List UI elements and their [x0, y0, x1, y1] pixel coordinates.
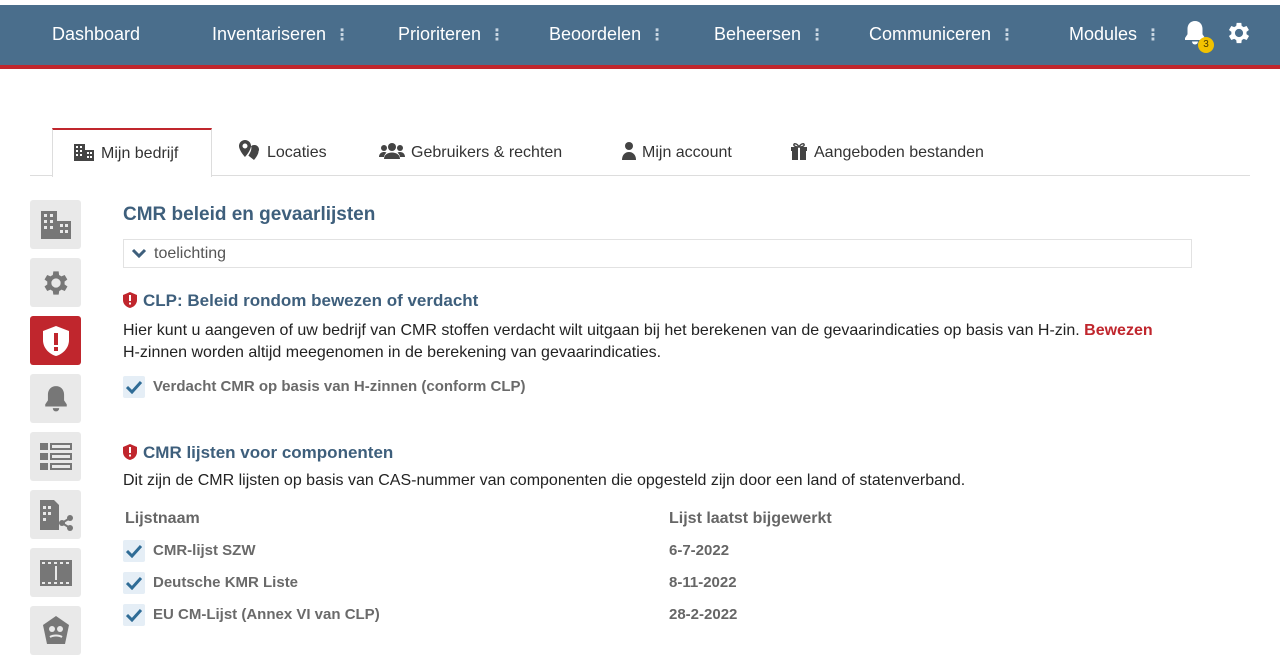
tab-label: Mijn bedrijf [101, 145, 179, 162]
sidebar-settings[interactable] [30, 258, 81, 307]
page-title: CMR beleid en gevaarlijsten [123, 204, 376, 225]
lists-section-title: CMR lijsten voor componenten [123, 443, 393, 463]
checkbox-label: Verdacht CMR op basis van H-zinnen (conf… [153, 378, 526, 395]
clp-highlight: Bewezen [1084, 322, 1153, 339]
nav-beoordelen[interactable]: Beoordelen ⋮ [549, 5, 665, 65]
collapse-label: toelichting [154, 245, 227, 262]
navbar-accent-line [0, 65, 1280, 69]
list-icon [39, 442, 72, 470]
shield-alert-icon [123, 444, 137, 460]
menu-dots-icon[interactable]: ⋮ [999, 7, 1015, 65]
check-icon [126, 576, 142, 590]
tab-mijn-bedrijf[interactable]: Mijn bedrijf [52, 128, 212, 177]
section-title-text: CLP: Beleid rondom bewezen of verdacht [143, 291, 479, 310]
tab-label: Gebruikers & rechten [411, 144, 563, 161]
sidebar-media[interactable] [30, 548, 81, 597]
building-share-icon [39, 499, 73, 531]
clp-text: H-zinnen worden altijd meegenomen in de … [123, 344, 662, 361]
clp-section-title: CLP: Beleid rondom bewezen of verdacht [123, 291, 478, 311]
check-icon [126, 544, 142, 558]
sidebar-company[interactable] [30, 200, 81, 249]
nav-communiceren[interactable]: Communiceren ⋮ [869, 5, 1015, 65]
sidebar-notifications[interactable] [30, 374, 81, 423]
nav-dashboard[interactable]: Dashboard [52, 5, 140, 65]
gear-icon[interactable] [1225, 19, 1255, 49]
check-icon [126, 608, 142, 622]
menu-dots-icon[interactable]: ⋮ [1145, 7, 1161, 65]
nav-label: Modules [1069, 24, 1138, 44]
tab-bar: Mijn bedrijf Locaties Gebruikers & recht… [30, 128, 1250, 177]
sidebar-hazard[interactable] [30, 606, 81, 655]
nav-label: Dashboard [52, 24, 141, 44]
clp-description: Hier kunt u aangeven of uw bedrijf van C… [123, 320, 1203, 364]
building-icon [74, 144, 94, 161]
clp-text: Hier kunt u aangeven of uw bedrijf van C… [123, 322, 1080, 339]
nav-beheersen[interactable]: Beheersen ⋮ [714, 5, 825, 65]
list-date: 28-2-2022 [669, 606, 738, 623]
lists-description: Dit zijn de CMR lijsten op basis van CAS… [123, 472, 966, 489]
notification-badge: 3 [1198, 37, 1214, 53]
main-navbar: Dashboard Inventariseren ⋮ Prioriteren ⋮ B… [0, 5, 1280, 65]
list-checkbox[interactable] [123, 572, 145, 594]
clp-checkbox[interactable] [123, 376, 145, 398]
list-checkbox[interactable] [123, 540, 145, 562]
nav-label: Communiceren [869, 24, 992, 44]
nav-prioriteren[interactable]: Prioriteren ⋮ [398, 5, 505, 65]
list-name: Deutsche KMR Liste [153, 574, 299, 591]
list-name: EU CM-Lijst (Annex VI van CLP) [153, 606, 380, 623]
nav-label: Prioriteren [398, 24, 482, 44]
tab-label: Aangeboden bestanden [814, 144, 984, 161]
section-title-text: CMR lijsten voor componenten [143, 443, 394, 462]
gear-icon [44, 270, 67, 295]
bell-icon [44, 385, 67, 411]
menu-dots-icon[interactable]: ⋮ [334, 7, 350, 65]
tab-locaties[interactable]: Locaties [237, 128, 327, 176]
check-icon [126, 380, 142, 394]
menu-dots-icon[interactable]: ⋮ [489, 7, 505, 65]
map-pins-icon [239, 140, 259, 160]
chevron-down-icon [131, 248, 147, 259]
users-icon [379, 143, 405, 159]
bell-icon[interactable]: 3 [1182, 19, 1214, 53]
nav-inventariseren[interactable]: Inventariseren ⋮ [212, 5, 350, 65]
list-date: 8-11-2022 [669, 574, 737, 591]
hazard-icon [42, 615, 69, 644]
col-header-date: Lijst laatst bijgewerkt [669, 510, 832, 527]
building-icon [40, 210, 71, 239]
nav-label: Inventariseren [212, 24, 327, 44]
col-header-lijstnaam: Lijstnaam [125, 510, 200, 527]
sidebar-share[interactable] [30, 490, 81, 539]
tab-aangeboden-bestanden[interactable]: Aangeboden bestanden [790, 128, 984, 176]
tab-label: Mijn account [642, 144, 732, 161]
nav-label: Beoordelen [549, 24, 642, 44]
user-icon [622, 142, 636, 160]
shield-alert-icon [123, 292, 137, 308]
tab-label: Locaties [267, 144, 327, 161]
sidebar-lists[interactable] [30, 432, 81, 481]
film-icon [39, 559, 72, 586]
tab-gebruikers-rechten[interactable]: Gebruikers & rechten [379, 128, 562, 176]
gift-icon [791, 143, 807, 160]
tab-mijn-account[interactable]: Mijn account [622, 128, 732, 176]
toelichting-collapse[interactable]: toelichting [123, 239, 1192, 268]
menu-dots-icon[interactable]: ⋮ [809, 7, 825, 65]
list-name: CMR-lijst SZW [153, 542, 256, 559]
list-date: 6-7-2022 [669, 542, 730, 559]
nav-label: Beheersen [714, 24, 802, 44]
list-checkbox[interactable] [123, 604, 145, 626]
shield-alert-icon [42, 325, 69, 356]
menu-dots-icon[interactable]: ⋮ [649, 7, 665, 65]
nav-modules[interactable]: Modules ⋮ [1069, 5, 1161, 65]
sidebar-cmr-policy[interactable] [30, 316, 81, 365]
